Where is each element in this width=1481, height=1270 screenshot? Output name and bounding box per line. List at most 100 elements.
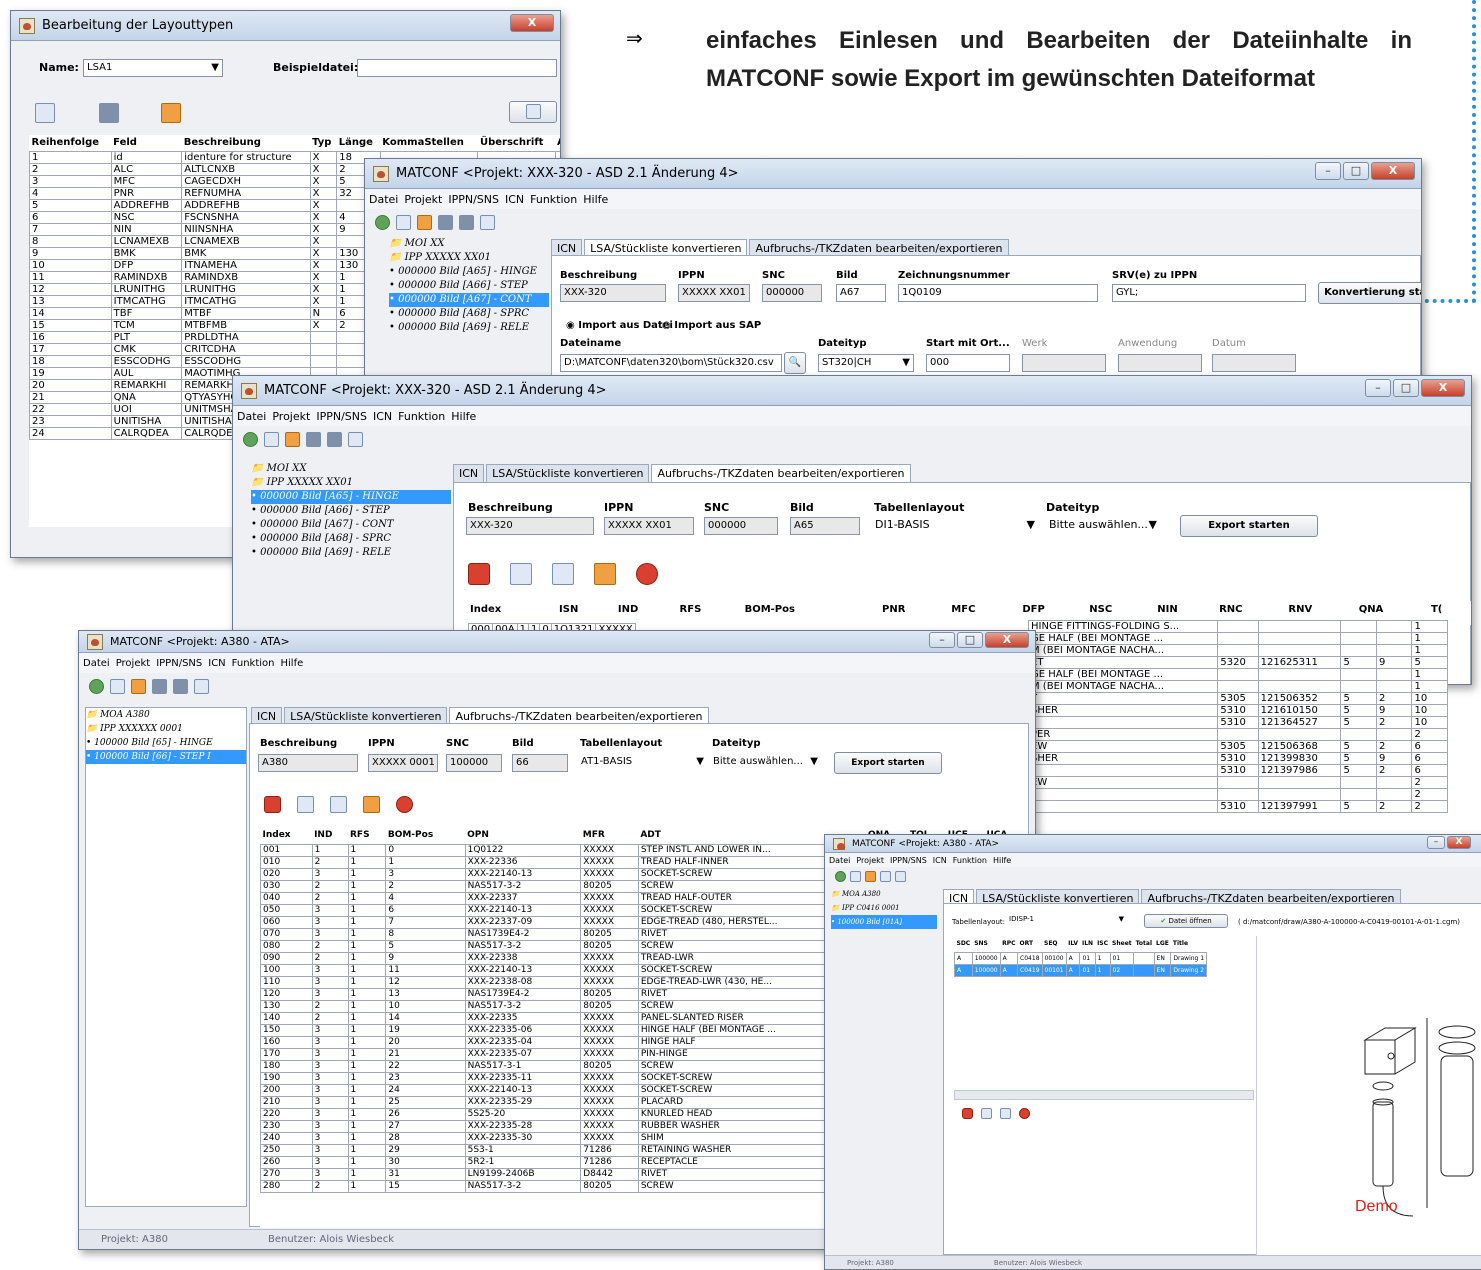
close-button[interactable]: X xyxy=(1447,836,1471,849)
column-header[interactable]: QNA xyxy=(1356,601,1429,617)
refresh-icon[interactable] xyxy=(594,563,616,585)
menu-item-projekt[interactable]: Projekt xyxy=(116,658,151,669)
document-icon[interactable] xyxy=(152,678,167,694)
column-header[interactable]: ILV xyxy=(1066,936,1080,952)
save-button[interactable] xyxy=(509,101,557,123)
menu-item-datei[interactable]: Datei xyxy=(369,193,398,206)
tree-folder[interactable]: 📁 MOI XX xyxy=(389,237,549,251)
radio-import-file[interactable]: ◉ Import aus Datei xyxy=(566,320,673,331)
search-icon[interactable] xyxy=(895,870,906,882)
horizontal-scrollbar[interactable] xyxy=(954,1090,1254,1100)
tree-item[interactable]: • 000000 Bild [A69] - RELE xyxy=(251,546,451,560)
menu-item-projekt[interactable]: Projekt xyxy=(272,410,310,423)
anwendung-field[interactable] xyxy=(1118,354,1202,372)
column-header[interactable]: RNC xyxy=(1217,601,1287,617)
new-icon[interactable] xyxy=(264,431,279,447)
table-row[interactable]: T53051215063525210 xyxy=(1028,692,1448,705)
new-icon[interactable] xyxy=(396,214,411,230)
table-row[interactable]: A 100000 A C0418 00100 A 01 1 01 EN Drawing 1 xyxy=(954,951,1208,965)
column-header[interactable]: ISC xyxy=(1095,936,1111,952)
tree-item[interactable]: • 000000 Bild [A67] - CONT xyxy=(389,293,549,307)
column-header[interactable]: A xyxy=(555,135,560,151)
refresh-icon[interactable] xyxy=(835,870,846,882)
save-icon[interactable] xyxy=(330,796,347,813)
table-row[interactable]: M (BEI MONTAGE NACHA... 1 xyxy=(1028,680,1448,693)
menu-item-datei[interactable]: Datei xyxy=(829,856,850,865)
edit-icon[interactable] xyxy=(417,214,432,230)
close-button[interactable]: X xyxy=(1371,162,1415,180)
save-icon[interactable] xyxy=(552,563,574,585)
tree-item[interactable]: • 000000 Bild [A66] - STEP xyxy=(251,504,451,518)
table-row[interactable]: ET 5320 121625311 5 9 5 xyxy=(1028,656,1448,669)
menu-item-icn[interactable]: ICN xyxy=(933,856,947,865)
tree-folder[interactable]: 📁 IPP XXXXXX 0001 xyxy=(86,722,246,736)
tree-item[interactable]: • 000000 Bild [A65] - HINGE xyxy=(389,265,549,279)
menu-item-projekt[interactable]: Projekt xyxy=(404,193,442,206)
tab-1[interactable]: LSA/Stückliste konvertieren xyxy=(486,464,650,482)
save-icon[interactable] xyxy=(1000,1108,1011,1119)
convert-start-button[interactable]: Konvertierung starten xyxy=(1318,282,1421,304)
column-header[interactable]: BOM-Pos xyxy=(742,601,881,617)
filename-field[interactable]: D:\MATCONF\daten320\bom\Stück320.csv xyxy=(560,354,782,372)
project-tree[interactable]: 📁 MOA A380 📁 IPP C0416 0001 • 100000 Bil… xyxy=(831,887,937,1247)
column-header[interactable]: IND xyxy=(312,828,348,844)
column-header[interactable]: Typ xyxy=(310,135,337,151)
maximize-button[interactable]: □ xyxy=(1393,379,1419,397)
search-icon[interactable]: 🔍 xyxy=(784,352,806,374)
column-header[interactable]: Überschrift xyxy=(477,135,556,151)
project-tree[interactable]: 📁 MOA A380 📁 IPP XXXXXX 0001 • 100000 Bi… xyxy=(85,707,247,1207)
ippn-field[interactable]: XXXXX XX01 xyxy=(678,284,750,302)
new-row-icon[interactable] xyxy=(297,796,314,813)
export-start-button[interactable]: Export starten xyxy=(834,752,942,774)
filetype-select[interactable]: Bitte auswählen... ▼ xyxy=(710,754,820,772)
start-field[interactable]: 000 xyxy=(926,354,1010,372)
new-icon[interactable] xyxy=(850,870,861,882)
column-header[interactable]: SEQ xyxy=(1042,936,1067,952)
stop-icon[interactable] xyxy=(459,214,474,230)
column-header[interactable]: T( xyxy=(1428,601,1468,617)
column-header[interactable]: PNR xyxy=(880,601,950,617)
new-icon[interactable] xyxy=(110,678,125,694)
column-header[interactable]: Total xyxy=(1133,936,1155,952)
datum-field[interactable] xyxy=(1212,354,1296,372)
menu-item-datei[interactable]: Datei xyxy=(83,658,110,669)
snc-field[interactable]: 100000 xyxy=(446,754,502,772)
column-header[interactable]: BOM-Pos xyxy=(385,828,466,844)
menu-item-funktion[interactable]: Funktion xyxy=(530,193,577,206)
tree-folder[interactable]: 📁 IPP C0416 0001 xyxy=(831,901,937,915)
tree-folder[interactable]: 📁 IPP XXXXX XX01 xyxy=(251,476,451,490)
document-icon[interactable] xyxy=(306,431,321,447)
ippn-field[interactable]: XXXXX 0001 xyxy=(368,754,438,772)
minimize-button[interactable]: – xyxy=(1365,379,1391,397)
edit-icon[interactable] xyxy=(865,870,876,882)
menu-item-hilfe[interactable]: Hilfe xyxy=(583,193,608,206)
document-icon[interactable] xyxy=(438,214,453,230)
column-header[interactable]: RPC xyxy=(1000,936,1018,952)
table-row[interactable]: EW 5305 121506368 5 2 6 xyxy=(1028,740,1448,753)
tree-item[interactable]: • 000000 Bild [A66] - STEP xyxy=(389,279,549,293)
ippn-field[interactable]: XXXXX XX01 xyxy=(604,517,694,535)
tree-item[interactable]: • 000000 Bild [A67] - CONT xyxy=(251,518,451,532)
refresh-icon[interactable] xyxy=(243,431,258,447)
menu-item-projekt[interactable]: Projekt xyxy=(856,856,884,865)
filetype-select[interactable]: ST320|CH ▼ xyxy=(818,354,914,372)
cancel-icon[interactable] xyxy=(1019,1108,1030,1119)
menu-item-ippnsns[interactable]: IPPN/SNS xyxy=(448,193,499,206)
tree-item[interactable]: • 000000 Bild [A68] - SPRC xyxy=(389,307,549,321)
tree-folder[interactable]: 📁 MOA A380 xyxy=(86,708,246,722)
radio-import-sap[interactable]: ○ Import aus SAP xyxy=(662,320,761,331)
column-header[interactable]: DFP xyxy=(1020,601,1088,617)
column-header[interactable]: SNS xyxy=(972,936,1001,952)
new-row-icon[interactable] xyxy=(981,1108,992,1119)
refresh-icon[interactable] xyxy=(161,103,181,123)
icn-table[interactable]: SDC SNS RPC ORT SEQ ILV ILN ISC Sheet Total LGE Tit… xyxy=(954,936,1254,1086)
name-select[interactable]: LSA1 ▼ xyxy=(83,59,223,77)
menu-item-hilfe[interactable]: Hilfe xyxy=(281,658,304,669)
column-header[interactable]: Feld xyxy=(111,135,182,151)
cancel-icon[interactable] xyxy=(636,563,658,585)
tree-item[interactable]: • 000000 Bild [A68] - SPRC xyxy=(251,532,451,546)
tree-item[interactable]: • 000000 Bild [A69] - RELE xyxy=(389,321,549,335)
column-header[interactable]: Index xyxy=(468,601,558,617)
minimize-button[interactable]: – xyxy=(1315,162,1341,180)
delete-row-icon[interactable] xyxy=(962,1108,973,1119)
